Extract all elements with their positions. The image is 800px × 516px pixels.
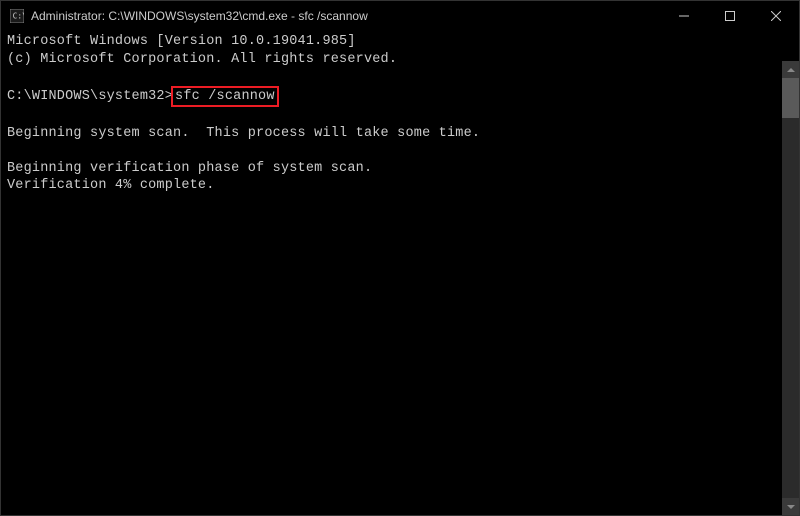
terminal-content-wrap: Microsoft Windows [Version 10.0.19041.98… [1,31,799,515]
titlebar[interactable]: C:\ Administrator: C:\WINDOWS\system32\c… [1,1,799,31]
terminal-output-line: Microsoft Windows [Version 10.0.19041.98… [7,33,793,51]
scrollbar-track[interactable] [782,78,799,498]
minimize-button[interactable] [661,1,707,31]
titlebar-left: C:\ Administrator: C:\WINDOWS\system32\c… [9,8,368,24]
terminal-blank-line [7,68,793,86]
terminal-output-line: Verification 4% complete. [7,177,793,195]
terminal-prompt-line: C:\WINDOWS\system32>sfc /scannow [7,86,793,108]
close-button[interactable] [753,1,799,31]
terminal-body[interactable]: Microsoft Windows [Version 10.0.19041.98… [1,31,799,197]
cmd-window: C:\ Administrator: C:\WINDOWS\system32\c… [0,0,800,516]
terminal-blank-line [7,107,793,125]
svg-text:C:\: C:\ [13,12,24,21]
terminal-output-line: Beginning system scan. This process will… [7,125,793,143]
terminal-blank-line [7,142,793,160]
vertical-scrollbar[interactable] [782,61,799,515]
scrollbar-thumb[interactable] [782,78,799,118]
window-controls [661,1,799,31]
cmd-icon: C:\ [9,8,25,24]
scrollbar-down-arrow[interactable] [782,498,799,515]
terminal-output-line: Beginning verification phase of system s… [7,160,793,178]
scrollbar-up-arrow[interactable] [782,61,799,78]
prompt: C:\WINDOWS\system32> [7,89,173,104]
window-title: Administrator: C:\WINDOWS\system32\cmd.e… [31,9,368,23]
maximize-button[interactable] [707,1,753,31]
highlighted-command: sfc /scannow [171,86,279,108]
terminal-output-line: (c) Microsoft Corporation. All rights re… [7,51,793,69]
